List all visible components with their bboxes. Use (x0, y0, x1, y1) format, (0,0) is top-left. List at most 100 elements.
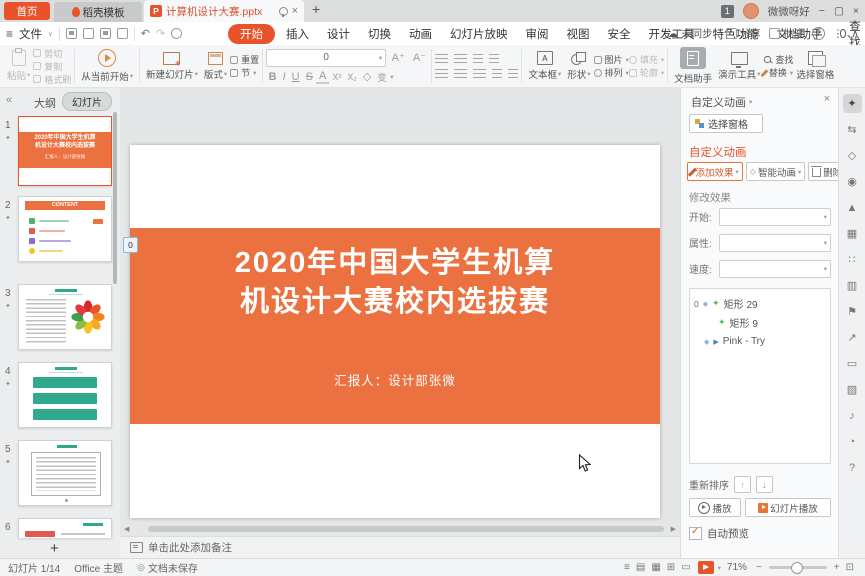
pyramid-icon[interactable] (843, 198, 862, 217)
apps-grid-icon[interactable] (843, 250, 862, 269)
slide-canvas[interactable]: 2020年中国大学生机算 机设计大赛校内选拔赛 汇报人：设计部张微 0 (120, 88, 680, 536)
file-menu[interactable]: 文件 (19, 26, 42, 42)
align-right-icon[interactable] (473, 69, 486, 79)
output-icon[interactable] (83, 28, 94, 39)
reset-button[interactable]: 重置 (230, 54, 259, 65)
text-effect-icon[interactable] (375, 70, 390, 84)
slide-title[interactable]: 2020年中国大学生机算 机设计大赛校内选拔赛 (130, 244, 660, 322)
grid-view-icon[interactable] (667, 562, 675, 573)
share-button[interactable]: 分享 (726, 26, 761, 41)
find-button[interactable]: 查找 (763, 54, 793, 65)
layout-pane-icon[interactable] (843, 354, 862, 373)
print-preview-icon[interactable] (117, 28, 128, 39)
zoom-level[interactable]: 71% (727, 562, 747, 573)
user-name[interactable]: 微微呀好 (768, 4, 810, 19)
sync-status[interactable]: 未同步 (668, 26, 718, 41)
comment-button[interactable]: 批注 (769, 26, 804, 41)
chart-pane-icon[interactable] (843, 276, 862, 295)
outline-button[interactable]: 轮廓 (629, 67, 664, 78)
add-effect-button[interactable]: 添加效果 (687, 162, 743, 181)
new-tab-button[interactable] (312, 1, 320, 17)
section-button[interactable]: 节 (230, 67, 259, 78)
zoom-slider-knob[interactable] (791, 562, 803, 574)
format-brush-icon[interactable] (171, 28, 182, 39)
shape-properties-icon[interactable] (843, 146, 862, 165)
move-up-button[interactable] (734, 476, 751, 493)
subscript-icon[interactable] (345, 72, 360, 82)
tab-document[interactable]: 计算机设计大赛.pptx (144, 0, 304, 22)
textbox-button[interactable]: 文本框 (525, 50, 564, 82)
add-slide-button[interactable]: + (50, 540, 59, 557)
start-dropdown[interactable] (719, 208, 831, 226)
slideshow-button[interactable] (698, 561, 714, 574)
decrease-indent-icon[interactable] (473, 54, 483, 64)
notification-badge[interactable]: 1 (721, 5, 734, 18)
minimize-button[interactable] (819, 5, 825, 17)
tab-docer[interactable]: 稻壳模板 (54, 2, 142, 22)
flag-icon[interactable] (843, 302, 862, 321)
slide-thumbnail-1[interactable]: 2020年中国大学生机算 机设计大赛校内选拔赛 汇报人：设计部张微 (18, 116, 112, 186)
arrange-button[interactable]: 排列 (594, 67, 629, 78)
panel-title-caret-icon[interactable] (749, 98, 752, 106)
tab-transition[interactable]: 切换 (359, 24, 400, 44)
bold-icon[interactable] (266, 71, 279, 83)
tab-review[interactable]: 审阅 (517, 24, 558, 44)
tab-outline[interactable]: 大纲 (34, 95, 56, 111)
tab-design[interactable]: 设计 (318, 24, 359, 44)
strikethrough-icon[interactable] (303, 71, 315, 83)
move-down-button[interactable] (756, 476, 773, 493)
zoom-slider[interactable] (769, 566, 827, 569)
help-pane-icon[interactable] (843, 458, 862, 477)
zoom-out-icon[interactable] (756, 562, 762, 573)
slide-play-button[interactable]: 幻灯片播放 (745, 498, 831, 517)
tab-animation[interactable]: 动画 (400, 24, 441, 44)
scrollbar-thumb[interactable] (148, 526, 664, 532)
property-dropdown[interactable] (719, 234, 831, 252)
speed-dropdown[interactable] (719, 260, 831, 278)
avatar[interactable] (743, 3, 759, 19)
increase-indent-icon[interactable] (489, 54, 499, 64)
justify-icon[interactable] (492, 69, 502, 79)
align-left-icon[interactable] (435, 69, 448, 79)
decrease-font-icon[interactable] (410, 51, 428, 64)
picture-button[interactable]: 图片 (594, 54, 629, 65)
line-spacing-icon[interactable] (508, 69, 518, 79)
zoom-in-icon[interactable] (834, 562, 840, 573)
fit-to-window-icon[interactable] (846, 562, 854, 573)
selection-pane-button[interactable]: 选择窗格 (793, 50, 837, 82)
slide-thumbnail-3[interactable] (18, 284, 112, 350)
superscript-icon[interactable] (330, 72, 344, 82)
animation-pane-icon[interactable] (843, 94, 862, 113)
home-tab[interactable]: 首页 (4, 2, 50, 20)
font-size-combobox[interactable]: 0 (266, 49, 386, 67)
table-pane-icon[interactable] (843, 224, 862, 243)
animation-item[interactable]: Pink - Try (694, 332, 826, 351)
tab-close-icon[interactable] (292, 5, 298, 17)
audio-pane-icon[interactable] (843, 406, 862, 425)
paste-button[interactable]: 粘贴 (4, 49, 33, 83)
bulb-icon[interactable] (279, 7, 288, 16)
format-painter-button[interactable]: 格式刷 (33, 74, 71, 85)
underline-icon[interactable] (289, 71, 302, 83)
slide-thumbnail-5[interactable] (18, 440, 112, 506)
selection-pane-button-panel[interactable]: 选择窗格 (689, 114, 763, 133)
tab-insert[interactable]: 插入 (277, 24, 318, 44)
panel-close-icon[interactable] (824, 93, 830, 105)
increase-font-icon[interactable] (389, 51, 407, 64)
close-button[interactable] (853, 5, 859, 17)
slideshow-caret-icon[interactable] (718, 564, 721, 572)
bullets-icon[interactable] (435, 54, 448, 64)
horizontal-scrollbar[interactable] (120, 525, 680, 533)
highlight-icon[interactable] (360, 70, 373, 83)
history-pane-icon[interactable] (843, 432, 862, 451)
transition-pane-icon[interactable] (843, 120, 862, 139)
maximize-button[interactable] (834, 5, 844, 17)
tab-security[interactable]: 安全 (599, 24, 640, 44)
new-slide-button[interactable]: 新建幻灯片 (143, 51, 201, 82)
layout-button[interactable]: 版式 (201, 51, 230, 82)
slide-thumbnail-2[interactable]: CONTENT (18, 196, 112, 262)
animation-item[interactable]: 0 矩形 29 (694, 294, 826, 313)
copy-button[interactable]: 复制 (33, 61, 71, 72)
notes-toggle-icon[interactable] (624, 562, 630, 573)
export-pane-icon[interactable] (843, 328, 862, 347)
